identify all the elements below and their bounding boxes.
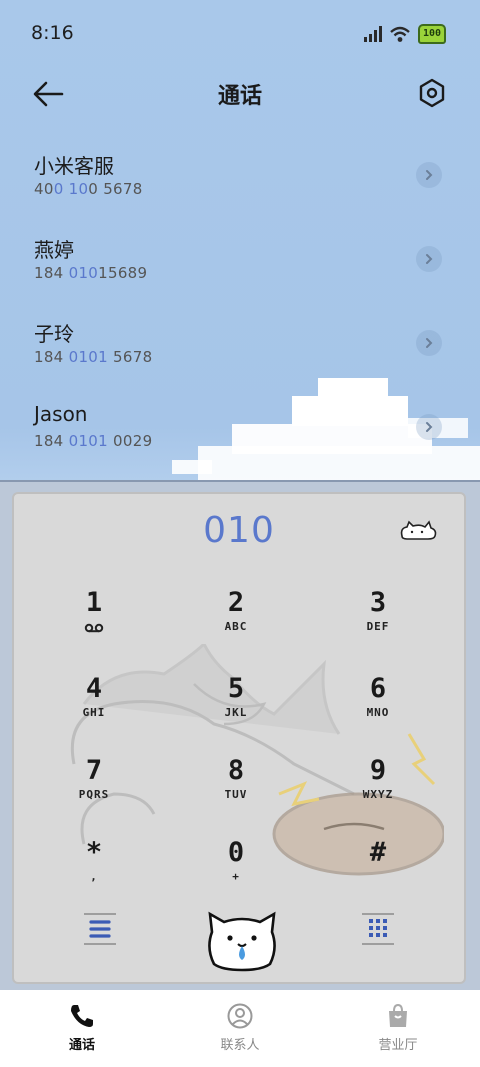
contact-row[interactable]: 燕婷 184 01015689	[0, 222, 480, 306]
key-digit: 4	[85, 673, 103, 704]
key-digit: 0	[227, 837, 245, 868]
wifi-icon	[390, 26, 410, 42]
tab-contacts[interactable]: 联系人	[190, 1002, 290, 1053]
dialed-number-display[interactable]: 010	[14, 510, 464, 551]
contact-name: 小米客服	[34, 154, 114, 178]
contact-name: 子玲	[34, 322, 74, 346]
keypad-icon[interactable]	[360, 912, 396, 946]
key-letters: ABC	[224, 620, 248, 633]
contact-number: 184 0101 5678	[34, 348, 153, 366]
key-hash[interactable]: #	[318, 838, 438, 908]
tab-label: 营业厅	[378, 1038, 418, 1053]
key-digit: 2	[227, 587, 245, 618]
status-bar: 8:16 100	[0, 0, 480, 66]
key-letters: +	[232, 870, 240, 883]
key-3[interactable]: 3 DEF	[318, 588, 438, 658]
phone-icon	[71, 1005, 93, 1027]
key-5[interactable]: 5 JKL	[176, 674, 296, 744]
contact-row[interactable]: Jason 184 0101 0029	[0, 390, 480, 474]
key-letters: ,	[90, 870, 98, 883]
dialpad: 010 1 2 ABC 3 DEF 4 GHI 5 JKL 6 MNO 7 PQ…	[12, 492, 466, 984]
key-digit: 5	[227, 673, 245, 704]
key-star[interactable]: * ,	[34, 838, 154, 908]
contact-row[interactable]: 子玲 184 0101 5678	[0, 306, 480, 390]
key-digit: *	[85, 837, 103, 868]
key-digit: 7	[85, 755, 103, 786]
page-title: 通话	[217, 84, 262, 109]
chevron-right-icon[interactable]	[416, 414, 442, 440]
tab-store[interactable]: 营业厅	[348, 1002, 448, 1053]
voicemail-icon	[84, 623, 104, 633]
contact-row[interactable]: 小米客服 400 100 5678	[0, 138, 480, 222]
key-letters: WXYZ	[362, 788, 394, 801]
key-letters: DEF	[366, 620, 390, 633]
tab-label: 联系人	[220, 1038, 260, 1053]
header: 通话	[0, 66, 480, 126]
key-8[interactable]: 8 TUV	[176, 756, 296, 826]
menu-icon[interactable]	[82, 912, 118, 946]
bottom-nav: 通话 联系人 营业厅	[0, 990, 480, 1067]
key-letters: GHI	[82, 706, 106, 719]
dialer-panel: 010 1 2 ABC 3 DEF 4 GHI 5 JKL 6 MNO 7 PQ…	[0, 480, 480, 992]
key-letters: MNO	[366, 706, 390, 719]
key-4[interactable]: 4 GHI	[34, 674, 154, 744]
contact-name: 燕婷	[34, 238, 74, 262]
key-7[interactable]: 7 PQRS	[34, 756, 154, 826]
chevron-right-icon[interactable]	[416, 246, 442, 272]
chevron-right-icon[interactable]	[416, 162, 442, 188]
key-1[interactable]: 1	[34, 588, 154, 658]
contact-number: 184 0101 0029	[34, 432, 153, 450]
store-icon	[389, 1003, 407, 1027]
key-2[interactable]: 2 ABC	[176, 588, 296, 658]
contact-list: 小米客服 400 100 5678 燕婷 184 01015689 子玲 184…	[0, 138, 480, 474]
key-0[interactable]: 0 +	[176, 838, 296, 908]
settings-icon[interactable]	[418, 78, 446, 108]
key-digit: 6	[369, 673, 387, 704]
key-digit: 3	[369, 587, 387, 618]
key-digit: 1	[85, 587, 103, 618]
contacts-icon	[227, 1003, 253, 1029]
key-9[interactable]: 9 WXYZ	[318, 756, 438, 826]
signal-icon	[364, 26, 382, 42]
cat-sticker-icon[interactable]	[398, 518, 438, 542]
cat-call-button[interactable]	[202, 908, 282, 972]
key-digit: 8	[227, 755, 245, 786]
tab-calls[interactable]: 通话	[32, 1002, 132, 1053]
contact-number: 400 100 5678	[34, 180, 143, 198]
contact-name: Jason	[34, 402, 88, 426]
key-letters: JKL	[224, 706, 248, 719]
battery-icon: 100	[418, 24, 446, 44]
key-6[interactable]: 6 MNO	[318, 674, 438, 744]
key-letters: TUV	[224, 788, 248, 801]
chevron-right-icon[interactable]	[416, 330, 442, 356]
system-icons: 100	[364, 24, 446, 44]
status-time: 8:16	[31, 22, 74, 44]
key-digit: 9	[369, 755, 387, 786]
contact-number: 184 01015689	[34, 264, 148, 282]
key-digit: #	[369, 837, 387, 868]
tab-label: 通话	[68, 1038, 95, 1053]
key-letters: PQRS	[78, 788, 110, 801]
